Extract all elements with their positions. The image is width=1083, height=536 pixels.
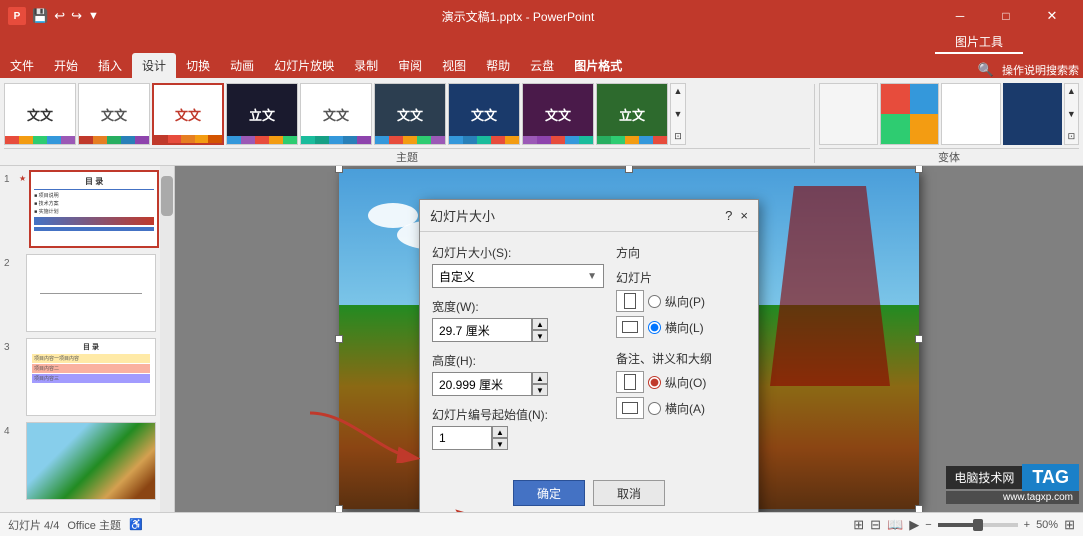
tab-cloud[interactable]: 云盘 — [520, 53, 564, 78]
selection-handle-br[interactable] — [915, 505, 923, 512]
variant-scroll[interactable]: ▲ ▼ ⊡ — [1064, 83, 1079, 145]
notes-portrait-label: 纵向(O) — [665, 374, 706, 391]
reading-view-btn[interactable]: 📖 — [887, 517, 903, 533]
start-num-input[interactable] — [432, 426, 492, 450]
theme-item-5[interactable]: 文文 — [300, 83, 372, 145]
theme-item-2[interactable]: 文文 — [78, 83, 150, 145]
slide-portrait-radio[interactable] — [648, 295, 661, 308]
slideshow-btn[interactable]: ▶ — [909, 517, 919, 533]
selection-handle-tl[interactable] — [335, 166, 343, 173]
theme-item-9[interactable]: 立文 — [596, 83, 668, 145]
notes-portrait-radio[interactable] — [648, 376, 661, 389]
direction-title: 方向 — [616, 244, 746, 261]
zoom-out-btn[interactable]: − — [925, 519, 931, 531]
width-spin-up[interactable]: ▲ — [532, 318, 548, 330]
slide-canvas: 幻灯片大小 ? × 幻灯片大小(S): 自定义 — [339, 169, 919, 509]
height-input[interactable] — [432, 372, 532, 396]
variant-item-3[interactable] — [941, 83, 1000, 145]
tab-review[interactable]: 审阅 — [388, 53, 432, 78]
search-icon: 🔍 — [974, 62, 998, 78]
slide-direction-label: 幻灯片 — [616, 269, 746, 286]
slide-item-3[interactable]: 3 目 录 项目内容一项目内容 项目内容二 项目内容三 — [4, 338, 156, 416]
tab-design[interactable]: 设计 — [132, 53, 176, 78]
startnum-spin-down[interactable]: ▼ — [492, 438, 508, 450]
themes-label: 主题 — [4, 148, 810, 165]
height-spin-down[interactable]: ▼ — [532, 384, 548, 396]
variants-label: 变体 — [819, 148, 1079, 165]
dialog-title: 幻灯片大小 — [430, 206, 495, 225]
theme-item-1[interactable]: 文文 — [4, 83, 76, 145]
variant-item-4[interactable] — [1003, 83, 1062, 145]
width-label: 宽度(W): — [432, 298, 604, 315]
width-input[interactable] — [432, 318, 532, 342]
zoom-slider[interactable] — [938, 523, 1018, 527]
minimize-button[interactable]: ─ — [937, 0, 983, 32]
theme-item-4[interactable]: 立文 — [226, 83, 298, 145]
normal-view-btn[interactable]: ⊞ — [853, 517, 864, 533]
width-spin-down[interactable]: ▼ — [532, 330, 548, 342]
tab-record[interactable]: 录制 — [344, 53, 388, 78]
accessibility-icon[interactable]: ♿ — [129, 518, 143, 531]
image-tools-label: 图片工具 — [935, 31, 1023, 54]
slide-sorter-btn[interactable]: ⊟ — [870, 517, 881, 533]
selection-handle-tc[interactable] — [625, 166, 633, 173]
app-icon: P — [8, 7, 26, 25]
close-button[interactable]: ✕ — [1029, 0, 1075, 32]
selection-handle-tr[interactable] — [915, 166, 923, 173]
slide-landscape-label: 横向(L) — [665, 319, 704, 336]
zoom-in-btn[interactable]: + — [1024, 519, 1030, 531]
notes-landscape-label: 横向(A) — [665, 400, 705, 417]
customize-btn[interactable]: ▼ — [88, 10, 99, 22]
slide-portrait-label: 纵向(P) — [665, 293, 705, 310]
window-title: 演示文稿1.pptx - PowerPoint — [99, 8, 937, 25]
height-spin-up[interactable]: ▲ — [532, 372, 548, 384]
fit-slide-btn[interactable]: ⊞ — [1064, 517, 1075, 533]
theme-name: Office 主题 — [67, 517, 121, 533]
tab-transition[interactable]: 切换 — [176, 53, 220, 78]
dialog-help-btn[interactable]: ? — [725, 208, 732, 223]
cancel-button[interactable]: 取消 — [593, 480, 665, 506]
zoom-level[interactable]: 50% — [1036, 519, 1058, 531]
theme-item-3[interactable]: 文文 — [152, 83, 224, 145]
theme-item-6[interactable]: 文文 — [374, 83, 446, 145]
maximize-button[interactable]: □ — [983, 0, 1029, 32]
slide-landscape-radio[interactable] — [648, 321, 661, 334]
tab-view[interactable]: 视图 — [432, 53, 476, 78]
theme-item-7[interactable]: 文文 — [448, 83, 520, 145]
slide-size-dialog: 幻灯片大小 ? × 幻灯片大小(S): 自定义 — [419, 199, 759, 512]
tab-slideshow[interactable]: 幻灯片放映 — [264, 53, 344, 78]
height-label: 高度(H): — [432, 352, 604, 369]
variant-item-2[interactable] — [880, 83, 939, 145]
tab-insert[interactable]: 插入 — [88, 53, 132, 78]
redo-button[interactable]: ↪ — [71, 8, 82, 24]
size-label: 幻灯片大小(S): — [432, 244, 604, 261]
tab-animation[interactable]: 动画 — [220, 53, 264, 78]
notes-direction-label: 备注、讲义和大纲 — [616, 350, 746, 367]
quick-save[interactable]: 💾 — [32, 8, 48, 24]
theme-item-8[interactable]: 文文 — [522, 83, 594, 145]
tab-file[interactable]: 文件 — [0, 53, 44, 78]
tab-start[interactable]: 开始 — [44, 53, 88, 78]
ok-button[interactable]: 确定 — [513, 480, 585, 506]
tab-format-picture[interactable]: 图片格式 — [564, 53, 632, 78]
startnum-spin-up[interactable]: ▲ — [492, 426, 508, 438]
tab-help[interactable]: 帮助 — [476, 53, 520, 78]
selection-handle-bl[interactable] — [335, 505, 343, 512]
size-select[interactable]: 自定义 ▼ — [432, 264, 604, 288]
slide-count: 幻灯片 4/4 — [8, 517, 59, 533]
selection-handle-mr[interactable] — [915, 335, 923, 343]
search-input[interactable]: 操作说明搜索索 — [998, 62, 1083, 78]
slide-item-4[interactable]: 4 — [4, 422, 156, 500]
selection-handle-ml[interactable] — [335, 335, 343, 343]
watermark: 电脑技术网 TAG www.tagxp.com — [946, 464, 1079, 504]
undo-button[interactable]: ↩ — [54, 8, 65, 24]
dialog-close-btn[interactable]: × — [740, 208, 748, 223]
notes-landscape-radio[interactable] — [648, 402, 661, 415]
variant-item-1[interactable] — [819, 83, 878, 145]
slide-item-2[interactable]: 2 — [4, 254, 156, 332]
slide-item-1[interactable]: 1 ★ 目 录 ■ 项目说明 ■ 技术方案 ■ 实施计划 — [4, 170, 156, 248]
start-num-label: 幻灯片编号起始值(N): — [432, 406, 604, 423]
theme-scroll-arrow[interactable]: ▲ ▼ ⊡ — [670, 83, 686, 145]
